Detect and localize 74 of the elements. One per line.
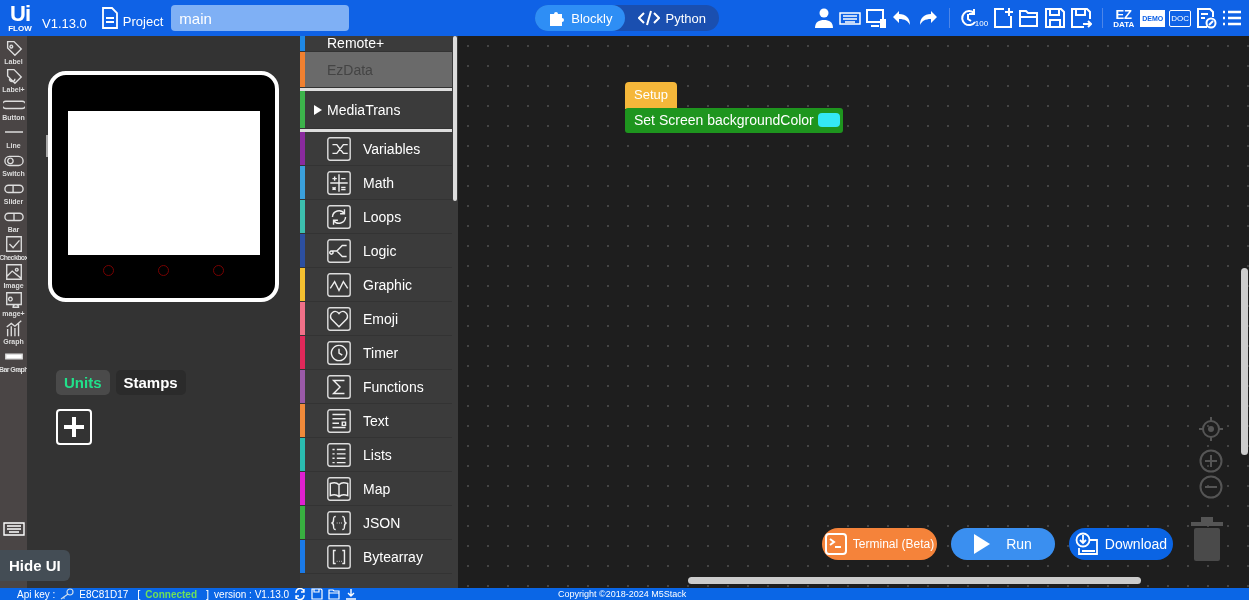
puzzle-icon [548, 9, 567, 27]
bracket-text: ] [206, 588, 210, 600]
version-text: version : V1.13.0 [214, 588, 290, 600]
plus-icon [61, 414, 87, 440]
scrollbar-thumb[interactable] [453, 36, 457, 201]
user-icon[interactable] [812, 7, 835, 29]
wave-icon [327, 272, 351, 297]
monitor-icon[interactable] [864, 7, 887, 29]
braces-icon [327, 510, 351, 535]
folder-icon[interactable] [328, 588, 341, 600]
category-item[interactable]: Logic [300, 234, 452, 268]
category-item[interactable]: Variables [300, 132, 452, 166]
panel-tab[interactable]: Stamps [115, 370, 186, 395]
color-swatch[interactable] [817, 113, 840, 127]
category-item[interactable]: Remote+ [300, 36, 452, 52]
document-icon [100, 7, 119, 29]
hide-ui-button[interactable]: Hide UI [0, 550, 70, 581]
brackets-icon [327, 544, 351, 569]
connection-status: Connected [145, 588, 197, 600]
book-icon [327, 476, 351, 501]
logo: Ui FLOW [7, 3, 33, 33]
text-icon [327, 408, 351, 433]
category-item[interactable]: Loops [300, 200, 452, 234]
shuffle-icon [327, 136, 351, 161]
add-unit-button[interactable] [56, 409, 92, 445]
loop-icon [327, 204, 351, 229]
panel-tab[interactable]: Units [56, 370, 110, 395]
copyright-text: Copyright ©2018-2024 M5Stack [558, 589, 687, 599]
scrollbar-thumb[interactable] [688, 577, 1141, 584]
set-background-block[interactable]: Set Screen backgroundColor [625, 108, 843, 133]
new-file-icon[interactable] [992, 7, 1015, 29]
list-icon [327, 442, 351, 467]
sigma-icon [327, 374, 351, 399]
folder-icon[interactable] [1018, 7, 1041, 29]
category-item[interactable]: Lists [300, 438, 452, 472]
api-key-label: Api key : [17, 588, 56, 600]
mode-tab[interactable]: Python [625, 5, 719, 31]
category-item[interactable]: JSON [300, 506, 452, 540]
doc-button[interactable]: DOC [1169, 9, 1191, 27]
project-button[interactable]: Project [100, 7, 164, 29]
caret-right-icon [313, 104, 323, 115]
category-item[interactable]: Math [300, 166, 452, 200]
history-button[interactable]: 100 [959, 8, 989, 28]
code-icon [638, 10, 661, 26]
keyboard-icon[interactable] [2, 522, 25, 536]
file-settings-icon[interactable] [1195, 7, 1217, 29]
calculator-icon [327, 170, 351, 195]
version-label: V1.13.0 [42, 15, 87, 31]
category-item[interactable]: Emoji [300, 302, 452, 336]
line-icon [4, 130, 23, 134]
category-item[interactable]: Graphic [300, 268, 452, 302]
category-item[interactable]: Map [300, 472, 452, 506]
category-item[interactable]: Bytearray [300, 540, 452, 574]
scrollbar-thumb[interactable] [1241, 268, 1248, 455]
category-item[interactable]: MediaTrans [300, 91, 452, 129]
action-button[interactable]: Download [1069, 528, 1173, 560]
clock-icon [327, 340, 351, 365]
category-item[interactable]: Functions [300, 370, 452, 404]
category-item[interactable]: Timer [300, 336, 452, 370]
branch-icon [327, 238, 351, 263]
block-text: Set Screen backgroundColor [634, 112, 814, 128]
download-icon [1074, 532, 1099, 556]
download-icon[interactable] [345, 588, 358, 600]
bracket-text: [ [137, 588, 141, 600]
save-as-icon[interactable] [1070, 7, 1093, 29]
key-icon [60, 588, 75, 600]
save-icon[interactable] [311, 588, 324, 600]
terminal-icon [824, 533, 847, 555]
ezdata-button[interactable]: EZ DATA [1113, 7, 1135, 29]
category-item[interactable]: Text [300, 404, 452, 438]
api-key-value: E8C81D17 [79, 588, 129, 600]
play-icon [974, 534, 991, 554]
save-icon[interactable] [1044, 7, 1067, 29]
refresh-icon[interactable] [294, 588, 307, 600]
